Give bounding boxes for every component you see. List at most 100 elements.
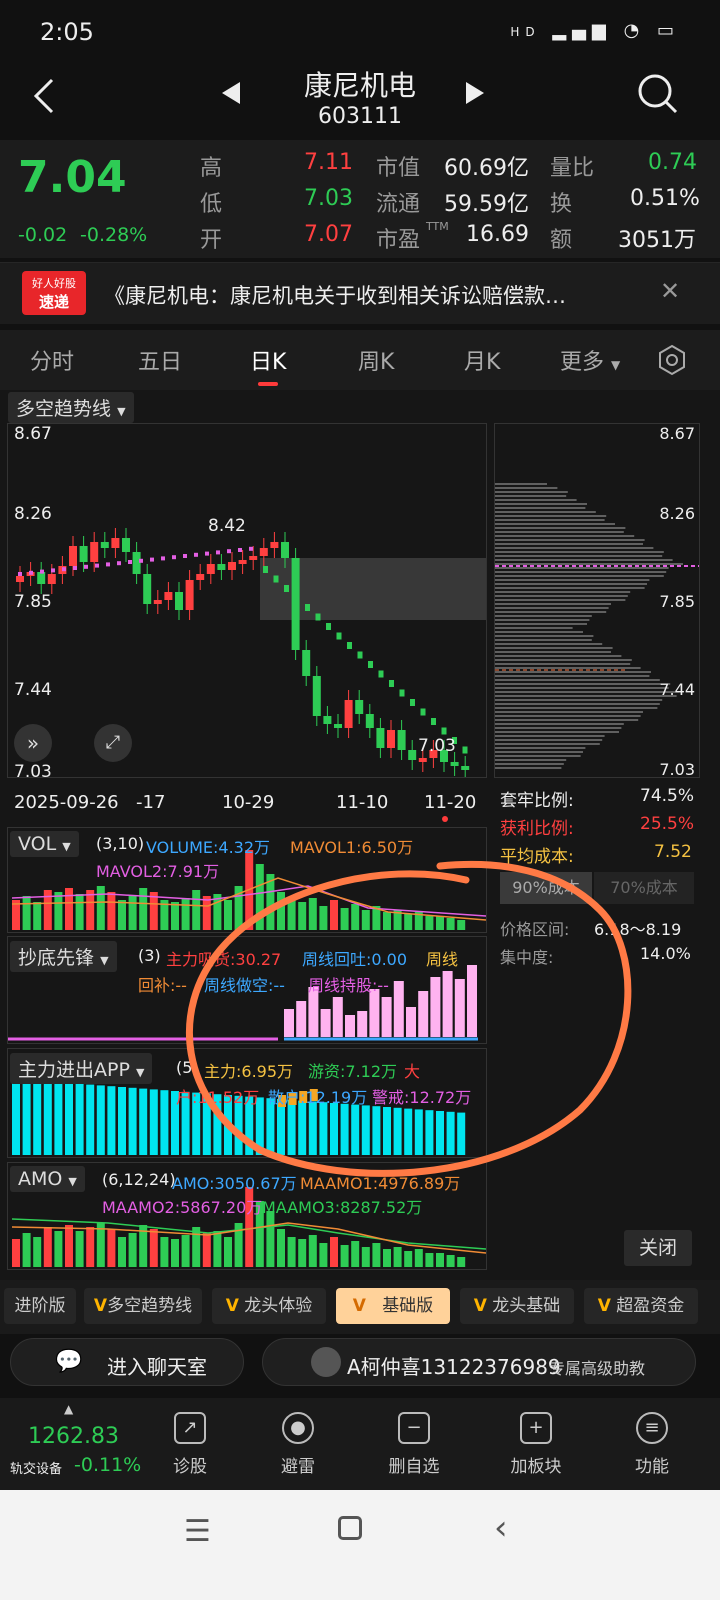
mcap-label: 市值 xyxy=(376,156,421,181)
home-icon[interactable] xyxy=(338,1516,362,1540)
chat-row: 💬 进入聊天室 A柯仲喜13122376989 专属高级助教 xyxy=(0,1334,720,1398)
low-value: 7.03 xyxy=(304,186,353,211)
plus-icon: + xyxy=(520,1412,552,1444)
vr-label: 量比 xyxy=(550,156,595,181)
check-icon: V xyxy=(93,1296,108,1316)
bottom-toolbar: ▲ 1262.83 轨交设备 -0.11% ↗ 诊股 ● 避雷 − 删自选 + 加板块 … xyxy=(0,1398,720,1490)
menu-icon: ≡ xyxy=(636,1412,668,1444)
index-value[interactable]: 1262.83 xyxy=(28,1424,119,1449)
system-nav-bar: ☰ ‹ xyxy=(0,1490,720,1600)
news-text[interactable]: 《康尼机电：康尼机电关于收到相关诉讼赔偿款… xyxy=(104,280,644,310)
tab-weekly-k[interactable]: 周K xyxy=(358,344,394,376)
tool-functions-label: 功能 xyxy=(635,1457,669,1477)
open-label: 开 xyxy=(200,228,223,253)
tab-more-label: 更多 xyxy=(560,350,605,375)
index-pct[interactable]: -0.11% xyxy=(74,1454,141,1476)
chat-room-label: 进入聊天室 xyxy=(107,1355,207,1379)
tab-5day[interactable]: 五日 xyxy=(138,344,182,376)
high-value: 7.11 xyxy=(304,150,353,175)
back-nav-icon[interactable]: ‹ xyxy=(494,1508,508,1548)
close-icon[interactable]: ✕ xyxy=(660,277,680,305)
check-icon: V xyxy=(352,1296,366,1316)
stock-code: 603111 xyxy=(318,104,402,129)
indicator-tab-advanced[interactable]: 进阶版 xyxy=(4,1288,76,1324)
dropdown-icon: ▼ xyxy=(611,358,621,372)
highlight-circle xyxy=(185,860,632,1177)
status-bar: 2:05 HD ▂▄▆ ◔ ▭ xyxy=(0,0,720,60)
status-icons: HD ▂▄▆ ◔ ▭ xyxy=(510,20,680,41)
clock: 2:05 xyxy=(40,18,94,46)
chart-area: 多空趋势线 ▼ 8.67 8.26 7.85 7.44 7.03 8.42 7.… xyxy=(0,390,720,1280)
check-icon: V xyxy=(597,1296,611,1316)
check-icon: V xyxy=(225,1296,239,1316)
tab-intraday[interactable]: 分时 xyxy=(30,344,74,376)
network-label: HD xyxy=(510,25,541,39)
recents-icon[interactable]: ☰ xyxy=(184,1514,211,1549)
indicator-tab-basic-label: 基础版 xyxy=(382,1296,434,1316)
collapse-icon[interactable]: ▲ xyxy=(64,1398,73,1417)
chart-trend-icon: ↗ xyxy=(174,1412,206,1444)
indicator-tab-trend[interactable]: V多空趋势线 xyxy=(84,1288,202,1324)
tool-add-sector[interactable]: + 加板块 xyxy=(496,1412,576,1477)
price-change-pct: -0.28% xyxy=(80,224,148,246)
tool-diagnose-label: 诊股 xyxy=(173,1457,207,1477)
index-name[interactable]: 轨交设备 xyxy=(10,1458,62,1477)
turnover-label: 换 xyxy=(550,192,573,217)
search-icon[interactable] xyxy=(636,72,680,116)
tool-add-sector-label: 加板块 xyxy=(510,1457,562,1477)
indicator-tab-super-fund-label: 超盈资金 xyxy=(616,1296,685,1316)
chat-icon: 💬 xyxy=(55,1349,83,1374)
news-badge-top: 好人好股 xyxy=(32,277,76,290)
next-stock-icon[interactable] xyxy=(464,80,486,106)
pe-value: 16.69 xyxy=(466,222,529,247)
open-value: 7.07 xyxy=(304,222,353,247)
advisor-name: A柯仲喜13122376989 xyxy=(347,1355,561,1379)
mcap-value: 60.69亿 xyxy=(444,156,529,181)
period-tabs: 分时 五日 日K 周K 月K 更多 ▼ xyxy=(0,330,720,390)
bomb-icon: ● xyxy=(282,1412,314,1444)
pe-ttm-label: TTM xyxy=(426,220,449,233)
float-value: 59.59亿 xyxy=(444,192,529,217)
tool-remove-watchlist[interactable]: − 删自选 xyxy=(374,1412,454,1477)
amount-value: 3051万 xyxy=(618,228,696,253)
vr-value: 0.74 xyxy=(648,150,697,175)
stock-name: 康尼机电 xyxy=(303,69,416,102)
news-badge: 好人好股 速递 xyxy=(22,271,86,315)
pe-label: 市盈 xyxy=(376,228,421,253)
indicator-tab-dragon-trial[interactable]: V 龙头体验 xyxy=(212,1288,326,1324)
settings-icon[interactable] xyxy=(656,344,688,376)
indicator-tab-dragon-basic-label: 龙头基础 xyxy=(492,1296,561,1316)
indicator-strip: 进阶版 V多空趋势线 V 龙头体验 V 基础版 V 龙头基础 V 超盈资金 xyxy=(0,1280,720,1334)
last-price: 7.04 xyxy=(18,152,127,203)
amount-label: 额 xyxy=(550,228,573,253)
indicator-tab-super-fund[interactable]: V 超盈资金 xyxy=(584,1288,698,1324)
high-label: 高 xyxy=(200,156,223,181)
indicator-tab-basic[interactable]: V 基础版 xyxy=(336,1288,450,1324)
float-label: 流通 xyxy=(376,192,421,217)
minus-icon: − xyxy=(398,1412,430,1444)
tab-more[interactable]: 更多 ▼ xyxy=(560,344,620,376)
news-badge-bottom: 速递 xyxy=(38,293,69,311)
check-icon: V xyxy=(473,1296,487,1316)
advisor-button[interactable]: A柯仲喜13122376989 专属高级助教 xyxy=(262,1338,696,1386)
low-label: 低 xyxy=(200,192,223,217)
tool-avoid-mine-label: 避雷 xyxy=(281,1457,315,1477)
tab-monthly-k[interactable]: 月K xyxy=(464,344,500,376)
advisor-tag: 专属高级助教 xyxy=(549,1359,646,1378)
tab-daily-k[interactable]: 日K xyxy=(250,344,286,376)
tool-functions[interactable]: ≡ 功能 xyxy=(612,1412,692,1477)
turnover-value: 0.51% xyxy=(630,186,700,211)
price-change: -0.02 xyxy=(18,224,68,246)
tool-avoid-mine[interactable]: ● 避雷 xyxy=(258,1412,338,1477)
news-banner[interactable]: 好人好股 速递 《康尼机电：康尼机电关于收到相关诉讼赔偿款… ✕ xyxy=(0,262,720,324)
avatar xyxy=(311,1347,341,1377)
indicator-tab-trend-label: 多空趋势线 xyxy=(107,1296,193,1316)
tool-remove-watchlist-label: 删自选 xyxy=(388,1457,440,1477)
tool-diagnose[interactable]: ↗ 诊股 xyxy=(150,1412,230,1477)
chat-room-button[interactable]: 💬 进入聊天室 xyxy=(10,1338,244,1386)
quote-panel: 7.04 -0.02 -0.28% 高 7.11 低 7.03 开 7.07 市… xyxy=(0,140,720,258)
active-tab-indicator xyxy=(258,382,278,386)
indicator-tab-dragon-basic[interactable]: V 龙头基础 xyxy=(460,1288,574,1324)
stock-header: 康尼机电 603111 xyxy=(0,60,720,140)
indicator-tab-dragon-trial-label: 龙头体验 xyxy=(244,1296,313,1316)
